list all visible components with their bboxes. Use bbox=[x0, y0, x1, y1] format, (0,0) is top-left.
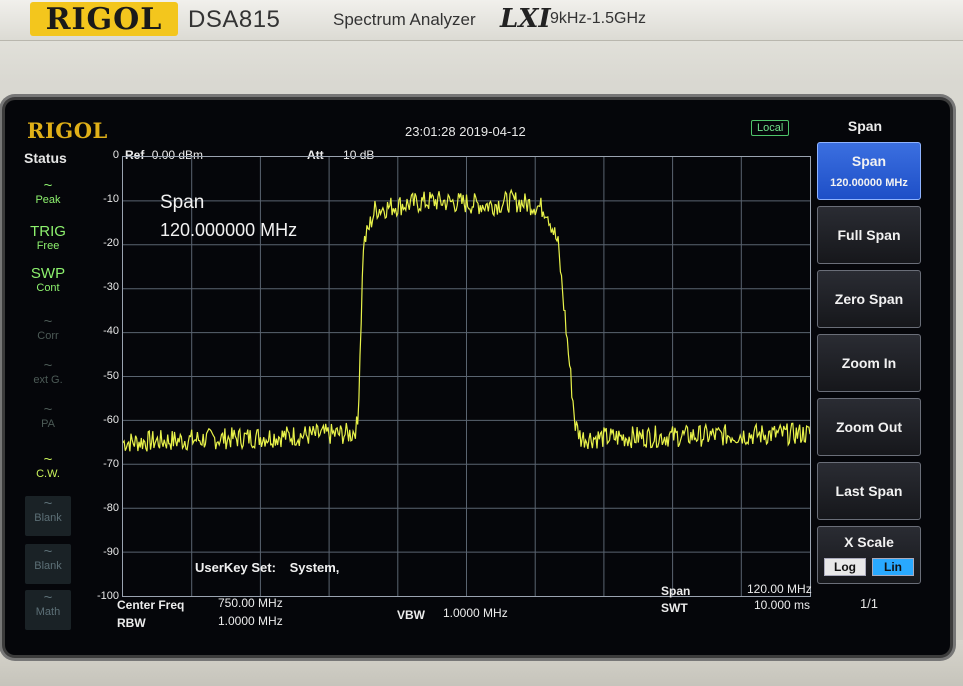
y-tick-label: -40 bbox=[103, 325, 119, 338]
y-tick-label: -90 bbox=[103, 545, 119, 558]
y-tick-label: 0 bbox=[112, 149, 119, 161]
swt-value: 10.000 ms bbox=[754, 598, 811, 612]
status-item-ext-g: ~ ext G. bbox=[25, 358, 71, 398]
status-icon: ~ bbox=[43, 451, 53, 468]
status-label: C.W. bbox=[36, 468, 60, 480]
userkey-set: UserKey Set: System, bbox=[195, 560, 339, 575]
span-softkey-label: Span bbox=[851, 153, 887, 169]
screen-logo: RIGOL bbox=[27, 118, 108, 143]
status-item-cont: SWP Cont bbox=[25, 266, 71, 306]
status-item-free: TRIG Free bbox=[25, 224, 71, 264]
span-overlay-label: Span bbox=[160, 192, 205, 213]
status-item-blank: ~ Blank bbox=[25, 496, 71, 536]
span-softkey-value: 120.00000 MHz bbox=[830, 177, 908, 189]
y-tick-label: -50 bbox=[103, 369, 119, 382]
menu-title: Span bbox=[847, 118, 883, 134]
status-icon: ~ bbox=[43, 401, 53, 418]
full-span-softkey[interactable]: Full Span bbox=[817, 206, 921, 264]
analyzer-screen: RIGOL 23:01:28 2019-04-12 Local Status ~… bbox=[5, 100, 950, 655]
last-span-label: Last Span bbox=[835, 483, 903, 499]
status-label: Peak bbox=[35, 194, 61, 206]
status-label: Math bbox=[35, 606, 61, 618]
product-name: Spectrum Analyzer bbox=[333, 10, 476, 29]
status-label: Free bbox=[36, 240, 60, 252]
x-scale-lin-option[interactable]: Lin bbox=[872, 558, 914, 576]
y-tick-label: -10 bbox=[103, 193, 119, 206]
rbw-value: 1.0000 MHz bbox=[218, 614, 283, 628]
zoom-out-label: Zoom Out bbox=[835, 419, 903, 435]
vbw-value: 1.0000 MHz bbox=[443, 606, 508, 620]
zoom-in-label: Zoom In bbox=[841, 355, 897, 371]
status-icon: ~ bbox=[43, 589, 53, 606]
status-label: Cont bbox=[36, 282, 60, 294]
status-label: PA bbox=[41, 418, 55, 430]
x-scale-label: X Scale bbox=[844, 534, 894, 550]
center-freq-value: 750.00 MHz bbox=[218, 596, 283, 610]
top-label-strip: RIGOL DSA815 Spectrum Analyzer LXI 9kHz-… bbox=[0, 0, 963, 41]
status-icon: ~ bbox=[43, 177, 53, 194]
status-item-blank: ~ Blank bbox=[25, 544, 71, 584]
userkey-label: UserKey Set: bbox=[195, 560, 276, 575]
full-span-label: Full Span bbox=[837, 227, 901, 243]
status-label: Corr bbox=[37, 330, 59, 342]
vbw-label: VBW bbox=[397, 608, 425, 622]
y-tick-label: -20 bbox=[103, 237, 119, 250]
x-scale-softkey[interactable]: X Scale Log Lin bbox=[817, 526, 921, 584]
y-tick-label: -80 bbox=[103, 501, 119, 514]
brand-logo: RIGOL bbox=[30, 2, 178, 37]
zero-span-softkey[interactable]: Zero Span bbox=[817, 270, 921, 328]
zoom-out-softkey[interactable]: Zoom Out bbox=[817, 398, 921, 456]
date-time: 23:01:28 2019-04-12 bbox=[405, 124, 526, 139]
span-label: Span bbox=[661, 584, 691, 598]
span-softkey[interactable]: Span 120.00000 MHz bbox=[817, 142, 921, 200]
x-scale-options: Log Lin bbox=[824, 558, 914, 576]
y-tick-label: -30 bbox=[103, 281, 119, 294]
local-badge: Local bbox=[751, 120, 790, 136]
lxi-logo: LXI bbox=[500, 4, 551, 34]
status-item-corr: ~ Corr bbox=[25, 314, 71, 354]
userkey-value: System, bbox=[289, 560, 340, 575]
model-name: DSA815 bbox=[188, 6, 281, 33]
rbw-label: RBW bbox=[117, 616, 146, 630]
status-icon: TRIG bbox=[30, 223, 66, 240]
status-item-c-w: ~ C.W. bbox=[25, 452, 71, 492]
zero-span-label: Zero Span bbox=[834, 291, 904, 307]
y-tick-label: -100 bbox=[96, 590, 119, 602]
span-overlay-value: 120.000000 MHz bbox=[160, 220, 298, 240]
status-title: Status bbox=[24, 150, 67, 166]
status-item-pa: ~ PA bbox=[25, 402, 71, 442]
status-icon: ~ bbox=[43, 313, 53, 330]
last-span-softkey[interactable]: Last Span bbox=[817, 462, 921, 520]
span-value: 120.00 MHz bbox=[747, 582, 812, 596]
swt-label: SWT bbox=[661, 601, 688, 615]
status-icon: ~ bbox=[43, 357, 53, 374]
status-icon: ~ bbox=[43, 543, 53, 560]
y-tick-label: -70 bbox=[103, 457, 119, 470]
frequency-range: 9kHz-1.5GHz bbox=[550, 10, 647, 27]
menu-page-indicator: 1/1 bbox=[859, 596, 879, 611]
status-icon: ~ bbox=[43, 495, 53, 512]
center-freq-label: Center Freq bbox=[117, 598, 185, 612]
y-tick-label: -60 bbox=[103, 413, 119, 426]
status-icon: SWP bbox=[30, 265, 66, 282]
status-label: ext G. bbox=[33, 374, 63, 386]
x-scale-log-option[interactable]: Log bbox=[824, 558, 866, 576]
status-item-peak: ~ Peak bbox=[25, 178, 71, 218]
status-item-math: ~ Math bbox=[25, 590, 71, 630]
status-label: Blank bbox=[34, 560, 62, 572]
status-label: Blank bbox=[34, 512, 62, 524]
zoom-in-softkey[interactable]: Zoom In bbox=[817, 334, 921, 392]
